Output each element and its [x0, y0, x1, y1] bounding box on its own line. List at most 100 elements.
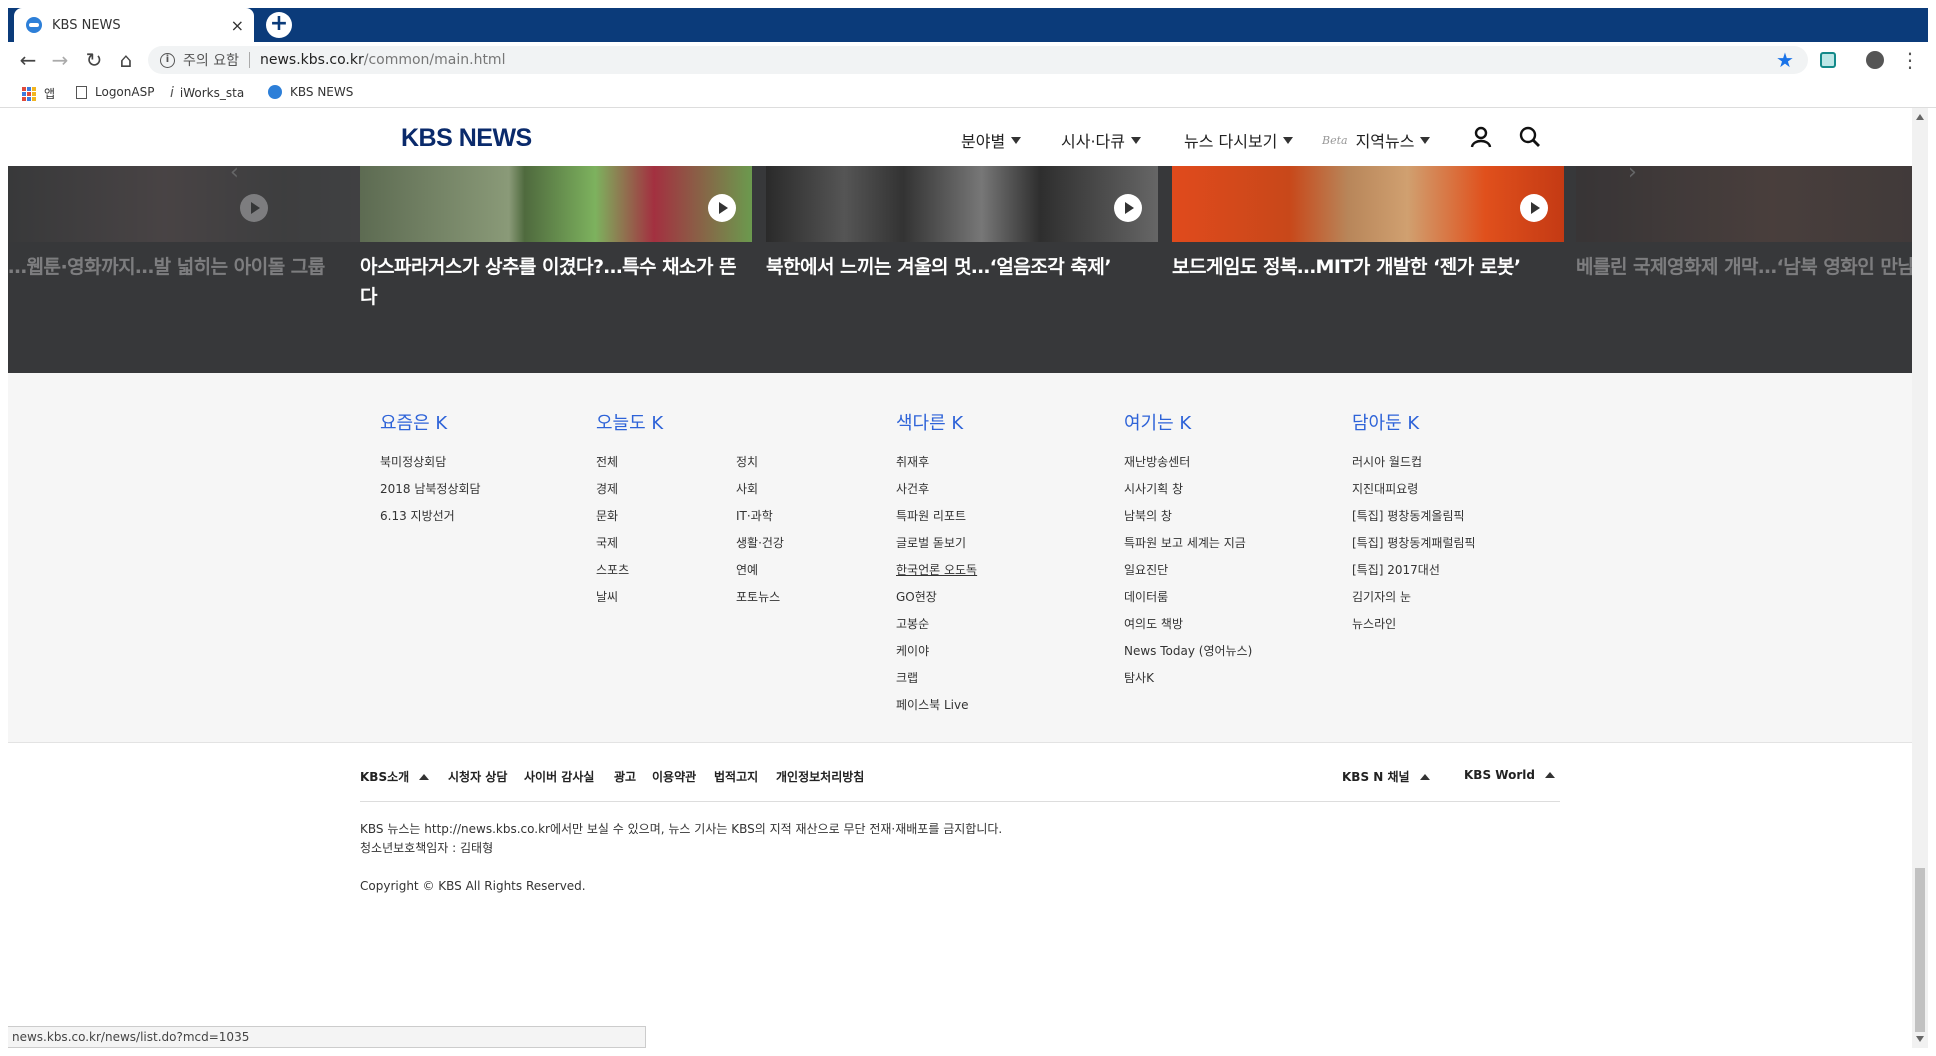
footer-link[interactable]: 날씨: [596, 584, 736, 611]
footer-link[interactable]: 탐사K: [1124, 665, 1252, 692]
scroll-down-icon[interactable]: [1916, 1036, 1924, 1042]
new-tab-button[interactable]: +: [266, 12, 292, 38]
footer-viewer-support[interactable]: 시청자 상담: [448, 768, 507, 785]
browser-tab[interactable]: KBS NEWS ×: [14, 8, 254, 42]
info-icon[interactable]: i: [160, 52, 175, 68]
footer-link[interactable]: 시사기획 창: [1124, 476, 1252, 503]
footer-link[interactable]: 고봉순: [896, 611, 977, 638]
tab-close-icon[interactable]: ×: [231, 16, 244, 35]
footer-column-sections: 오늘도 K 전체 경제 문화 국제 스포츠 날씨 정치 사회 IT·과학 생활·…: [596, 409, 784, 611]
footer-link[interactable]: 페이스북 Live: [896, 692, 977, 719]
nav-category[interactable]: 분야별: [961, 128, 1022, 152]
chevron-up-icon: [1544, 772, 1555, 778]
card-title: 보드게임도 정복…MIT가 개발한 ‘젠가 로봇’: [1172, 256, 1521, 278]
column-title[interactable]: 오늘도 K: [596, 409, 784, 435]
footer-link[interactable]: 생활·건강: [736, 530, 784, 557]
footer-legal-notice[interactable]: 법적고지: [714, 768, 758, 785]
footer-link[interactable]: 6.13 지방선거: [380, 503, 481, 530]
footer-link[interactable]: 취재후: [896, 449, 977, 476]
footer-link-hovered[interactable]: 한국언론 오도독: [896, 557, 977, 584]
footer-link[interactable]: 재난방송센터: [1124, 449, 1252, 476]
column-title[interactable]: 색다른 K: [896, 409, 977, 435]
footer-privacy-policy[interactable]: 개인정보처리방침: [776, 768, 864, 785]
footer-link[interactable]: 케이야: [896, 638, 977, 665]
footer-link[interactable]: IT·과학: [736, 503, 784, 530]
footer-link[interactable]: 일요진단: [1124, 557, 1252, 584]
user-icon[interactable]: [1470, 126, 1492, 148]
page-scrollbar[interactable]: [1912, 108, 1928, 1048]
footer-link[interactable]: 여의도 책방: [1124, 611, 1252, 638]
footer-link[interactable]: 크랩: [896, 665, 977, 692]
column-title[interactable]: 담아둔 K: [1352, 409, 1476, 435]
footer-link[interactable]: 스포츠: [596, 557, 736, 584]
footer-link[interactable]: 러시아 월드컵: [1352, 449, 1476, 476]
security-warning[interactable]: 주의 요함: [183, 50, 239, 70]
footer-link[interactable]: 정치: [736, 449, 784, 476]
play-icon: [1520, 194, 1548, 222]
extension-icon[interactable]: [1820, 52, 1836, 68]
footer-link[interactable]: 북미정상회담: [380, 449, 481, 476]
footer-link[interactable]: 포토뉴스: [736, 584, 784, 611]
footer-link[interactable]: 지진대피요령: [1352, 476, 1476, 503]
footer-link[interactable]: 특파원 보고 세계는 지금: [1124, 530, 1252, 557]
column-title[interactable]: 여기는 K: [1124, 409, 1252, 435]
card-thumbnail: [766, 166, 1158, 242]
footer-kbs-world[interactable]: KBS World: [1464, 768, 1555, 782]
footer-link[interactable]: 뉴스라인: [1352, 611, 1476, 638]
nav-regional[interactable]: Beta 지역뉴스: [1322, 128, 1431, 152]
search-icon[interactable]: [1519, 126, 1541, 148]
footer-link[interactable]: 데이터룸: [1124, 584, 1252, 611]
chevron-right-icon[interactable]: ›: [1628, 166, 1637, 185]
footer-link[interactable]: 경제: [596, 476, 736, 503]
footer-link[interactable]: 글로벌 돋보기: [896, 530, 977, 557]
footer-link[interactable]: 특파원 리포트: [896, 503, 977, 530]
scroll-up-icon[interactable]: [1916, 114, 1924, 120]
footer-ads[interactable]: 광고: [614, 768, 636, 785]
chevron-left-icon[interactable]: ‹: [230, 166, 239, 185]
reload-icon[interactable]: ↻: [80, 46, 108, 74]
footer-link[interactable]: [특집] 2017대선: [1352, 557, 1476, 584]
footer-link[interactable]: [특집] 평창동계올림픽: [1352, 503, 1476, 530]
footer-link[interactable]: 남북의 창: [1124, 503, 1252, 530]
footer-link[interactable]: 국제: [596, 530, 736, 557]
bookmark-logonasp[interactable]: LogonASP: [76, 85, 154, 99]
footer-link[interactable]: GO현장: [896, 584, 977, 611]
home-icon[interactable]: ⌂: [112, 46, 140, 74]
footer-cyber-audit[interactable]: 사이버 감사실: [524, 768, 594, 785]
footer-link[interactable]: 사회: [736, 476, 784, 503]
forward-arrow-icon[interactable]: →: [46, 46, 74, 74]
nav-current-affairs[interactable]: 시사·다큐: [1061, 128, 1141, 152]
bookmark-kbs-news[interactable]: KBS NEWS: [268, 85, 353, 99]
footer-link[interactable]: 사건후: [896, 476, 977, 503]
page-viewport: KBS NEWS 분야별 시사·다큐 뉴스 다시보기 Beta 지역뉴스 …웹툰…: [8, 108, 1912, 1048]
browser-menu-icon[interactable]: ⋮: [1900, 46, 1920, 74]
footer-nav-label: KBS World: [1464, 768, 1535, 782]
card-thumbnail: [8, 166, 400, 242]
footer-link[interactable]: 김기자의 눈: [1352, 584, 1476, 611]
footer-terms[interactable]: 이용약관: [652, 768, 696, 785]
footer-link[interactable]: 2018 남북정상회담: [380, 476, 481, 503]
footer-link[interactable]: 문화: [596, 503, 736, 530]
footer-link[interactable]: [특집] 평창동계패럴림픽: [1352, 530, 1476, 557]
footer-kbs-intro[interactable]: KBS소개: [360, 768, 430, 785]
bookmark-label: iWorks_sta: [179, 86, 245, 100]
footer-link[interactable]: 연예: [736, 557, 784, 584]
card-title: …웹툰·영화까지…발 넓히는 아이돌 그룹: [8, 256, 325, 278]
bookmark-star-icon[interactable]: ★: [1776, 46, 1794, 74]
nav-replay[interactable]: 뉴스 다시보기: [1184, 128, 1294, 152]
account-icon[interactable]: [1866, 51, 1884, 69]
card-title: 베를린 국제영화제 개막…‘남북 영화인 만남’ 예정: [1576, 256, 1912, 278]
bookmark-apps[interactable]: 앱: [22, 85, 55, 102]
footer-link[interactable]: 전체: [596, 449, 736, 476]
url-input[interactable]: i 주의 요함 news.kbs.co.kr /common/main.html: [148, 46, 1808, 74]
url-host: news.kbs.co.kr: [259, 52, 364, 68]
card-thumbnail: [1576, 166, 1912, 242]
scroll-thumb[interactable]: [1915, 868, 1925, 1032]
back-arrow-icon[interactable]: ←: [14, 46, 42, 74]
bookmark-iworks[interactable]: i iWorks_sta: [170, 85, 244, 101]
column-title[interactable]: 요즘은 K: [380, 409, 481, 435]
url-path: /common/main.html: [363, 52, 506, 68]
kbs-news-logo[interactable]: KBS NEWS: [401, 124, 532, 153]
footer-kbs-n-channel[interactable]: KBS N 채널: [1342, 768, 1430, 785]
footer-link[interactable]: News Today (영어뉴스): [1124, 638, 1252, 665]
